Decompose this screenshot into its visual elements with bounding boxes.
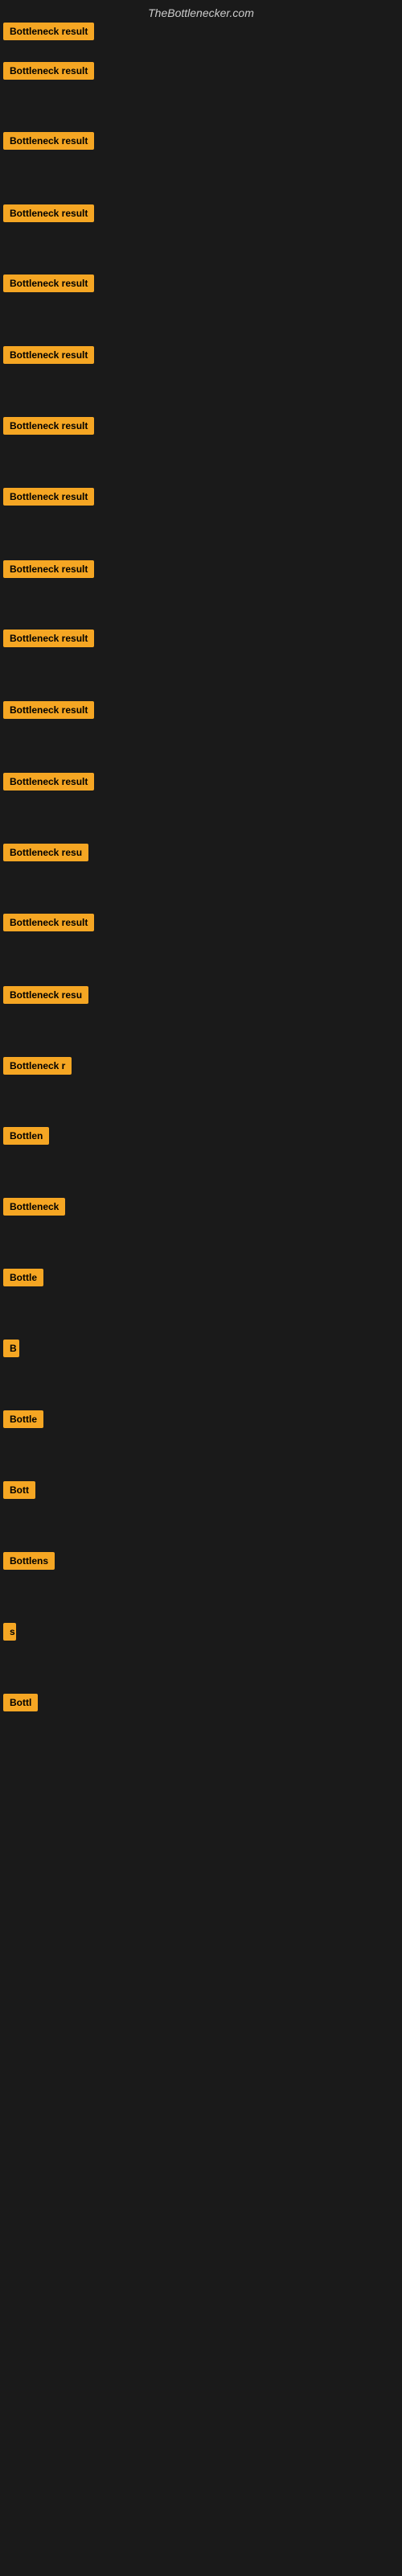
page-container: TheBottlenecker.com Bottleneck result Bot… [0,0,402,2576]
bottleneck-item-1: Bottleneck result [3,23,94,44]
bottleneck-item-25: Bottl [3,1694,38,1715]
bottleneck-badge-8: Bottleneck result [3,488,94,506]
bottleneck-badge-25: Bottl [3,1694,38,1711]
bottleneck-badge-10: Bottleneck result [3,630,94,647]
bottleneck-item-20: B [3,1340,19,1361]
bottleneck-badge-13: Bottleneck resu [3,844,88,861]
bottleneck-badge-1: Bottleneck result [3,23,94,40]
bottleneck-badge-6: Bottleneck result [3,346,94,364]
bottleneck-item-3: Bottleneck result [3,132,94,154]
bottleneck-item-19: Bottle [3,1269,43,1290]
bottleneck-badge-18: Bottleneck [3,1198,65,1216]
bottleneck-badge-22: Bott [3,1481,35,1499]
bottleneck-item-11: Bottleneck result [3,701,94,723]
bottleneck-item-9: Bottleneck result [3,560,94,582]
bottleneck-item-23: Bottlens [3,1552,55,1574]
bottleneck-item-2: Bottleneck result [3,62,94,84]
bottleneck-item-6: Bottleneck result [3,346,94,368]
bottleneck-item-24: s [3,1623,16,1645]
bottleneck-badge-11: Bottleneck result [3,701,94,719]
bottleneck-item-4: Bottleneck result [3,204,94,226]
bottleneck-badge-14: Bottleneck result [3,914,94,931]
bottleneck-item-10: Bottleneck result [3,630,94,651]
site-title: TheBottlenecker.com [0,0,402,23]
bottleneck-badge-19: Bottle [3,1269,43,1286]
bottleneck-badge-23: Bottlens [3,1552,55,1570]
bottleneck-badge-24: s [3,1623,16,1641]
bottleneck-item-12: Bottleneck result [3,773,94,795]
bottleneck-badge-15: Bottleneck resu [3,986,88,1004]
bottleneck-item-13: Bottleneck resu [3,844,88,865]
bottleneck-item-17: Bottlen [3,1127,49,1149]
bottleneck-item-18: Bottleneck [3,1198,65,1220]
bottleneck-badge-5: Bottleneck result [3,275,94,292]
bottleneck-item-8: Bottleneck result [3,488,94,510]
bottleneck-badge-16: Bottleneck r [3,1057,72,1075]
bottleneck-item-7: Bottleneck result [3,417,94,439]
bottleneck-item-22: Bott [3,1481,35,1503]
bottleneck-item-15: Bottleneck resu [3,986,88,1008]
bottleneck-badge-12: Bottleneck result [3,773,94,791]
bottleneck-badge-17: Bottlen [3,1127,49,1145]
bottleneck-badge-4: Bottleneck result [3,204,94,222]
bottleneck-badge-7: Bottleneck result [3,417,94,435]
bottleneck-item-14: Bottleneck result [3,914,94,935]
bottleneck-item-5: Bottleneck result [3,275,94,296]
bottleneck-item-16: Bottleneck r [3,1057,72,1079]
bottleneck-item-21: Bottle [3,1410,43,1432]
bottleneck-badge-3: Bottleneck result [3,132,94,150]
bottleneck-badge-20: B [3,1340,19,1357]
bottleneck-badge-9: Bottleneck result [3,560,94,578]
bottleneck-badge-21: Bottle [3,1410,43,1428]
bottleneck-badge-2: Bottleneck result [3,62,94,80]
